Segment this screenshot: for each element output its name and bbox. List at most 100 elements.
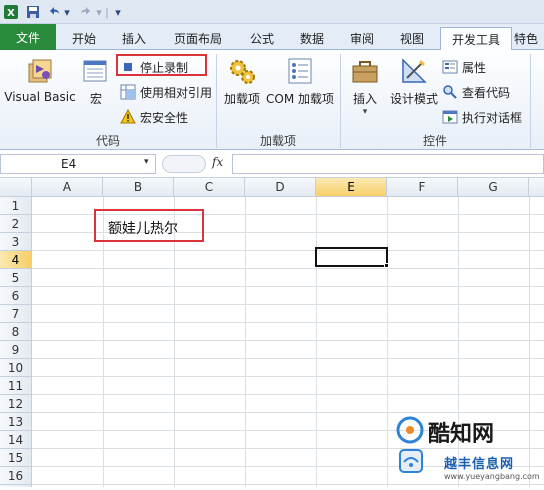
- row-header-3[interactable]: 3: [0, 233, 32, 251]
- ribbon-developer: Visual Basic 宏 停止录制 使用相对引用 宏安全性 代码 加载项 C…: [0, 50, 544, 150]
- macro-security-button[interactable]: 宏安全性: [120, 108, 188, 126]
- active-cell-e4[interactable]: [315, 247, 388, 267]
- formula-bar: E4 ▾ fx: [0, 150, 544, 178]
- column-header-a[interactable]: A: [32, 178, 103, 197]
- redo-icon[interactable]: [78, 3, 94, 21]
- grid-line: [32, 376, 544, 377]
- formula-input[interactable]: [232, 154, 544, 174]
- column-header-e[interactable]: E: [316, 178, 387, 197]
- view-code-icon: [443, 85, 457, 99]
- insert-control-label: 插入: [352, 92, 377, 106]
- visual-basic-button[interactable]: Visual Basic: [4, 56, 76, 104]
- row-header-11[interactable]: 11: [0, 377, 32, 395]
- properties-label: 属性: [462, 60, 487, 75]
- relative-refs-label: 使用相对引用: [140, 85, 213, 100]
- row-header-1[interactable]: 1: [0, 197, 32, 215]
- excel-logo-icon: X: [2, 3, 20, 21]
- insert-control-button[interactable]: 插入 ▾: [346, 56, 384, 117]
- addins-label: 加载项: [223, 92, 260, 106]
- tab-formulas[interactable]: 公式: [238, 27, 286, 50]
- name-box-dropdown-icon[interactable]: ▾: [144, 157, 149, 167]
- undo-icon[interactable]: [46, 3, 62, 21]
- ribbon-tab-bar: 文件 开始 插入 页面布局 公式 数据 审阅 视图 开发工具 特色: [0, 24, 544, 51]
- controls-group-label: 控件: [422, 134, 447, 148]
- row-header-10[interactable]: 10: [0, 359, 32, 377]
- grid-line: [316, 197, 317, 487]
- view-code-label: 查看代码: [462, 85, 511, 100]
- tab-page-layout[interactable]: 页面布局: [160, 27, 236, 50]
- row-header-12[interactable]: 12: [0, 395, 32, 413]
- column-header-h[interactable]: [529, 178, 544, 197]
- customize-qat-icon[interactable]: ▾: [113, 3, 123, 21]
- grid-line: [245, 197, 246, 487]
- design-mode-icon: [402, 58, 427, 83]
- grid-line: [32, 304, 544, 305]
- insert-dropdown-icon: ▾: [362, 107, 368, 117]
- relative-refs-button[interactable]: 使用相对引用: [120, 83, 212, 101]
- row-header-6[interactable]: 6: [0, 287, 32, 305]
- row-header-14[interactable]: 14: [0, 431, 32, 449]
- visual-basic-label: Visual Basic: [4, 90, 76, 104]
- grid-line: [32, 268, 544, 269]
- grid-line: [32, 358, 544, 359]
- view-code-button[interactable]: 查看代码: [442, 83, 510, 101]
- macros-icon: [83, 60, 107, 82]
- redo-dropdown-icon[interactable]: ▾: [95, 3, 103, 21]
- column-header-g[interactable]: G: [458, 178, 529, 197]
- run-dialog-button[interactable]: 执行对话框: [442, 108, 522, 126]
- stop-recording-highlight: [116, 54, 207, 76]
- name-box[interactable]: E4: [0, 154, 156, 174]
- gear-icon: [230, 60, 255, 84]
- qat-divider: |: [105, 5, 109, 19]
- addins-button[interactable]: 加载项: [222, 56, 262, 107]
- macros-label: 宏: [89, 92, 102, 106]
- design-mode-button[interactable]: 设计模式: [388, 56, 440, 107]
- row-header-4[interactable]: 4: [0, 251, 32, 269]
- com-addins-icon: [288, 58, 312, 84]
- grid-line: [32, 394, 544, 395]
- formula-bar-resize-handle[interactable]: [162, 155, 206, 173]
- row-header-8[interactable]: 8: [0, 323, 32, 341]
- tab-review[interactable]: 审阅: [338, 27, 386, 50]
- fill-handle[interactable]: [384, 263, 389, 268]
- relative-refs-icon: [120, 84, 136, 100]
- row-header-13[interactable]: 13: [0, 413, 32, 431]
- tab-developer[interactable]: 开发工具: [440, 27, 512, 51]
- row-header-7[interactable]: 7: [0, 305, 32, 323]
- tab-insert[interactable]: 插入: [110, 27, 158, 50]
- tab-view[interactable]: 视图: [388, 27, 436, 50]
- tab-special[interactable]: 特色: [514, 27, 544, 50]
- column-header-d[interactable]: D: [245, 178, 316, 197]
- run-dialog-label: 执行对话框: [462, 110, 523, 125]
- insert-function-icon[interactable]: fx: [212, 155, 223, 169]
- column-header-c[interactable]: C: [174, 178, 245, 197]
- tab-data[interactable]: 数据: [288, 27, 336, 50]
- quick-access-toolbar: X ▾ ▾ | ▾: [0, 0, 544, 24]
- tab-file[interactable]: 文件: [0, 24, 56, 50]
- properties-icon: [442, 60, 458, 74]
- undo-dropdown-icon[interactable]: ▾: [63, 3, 71, 21]
- toolbox-icon: [352, 61, 378, 83]
- addins-group-label: 加载项: [259, 134, 296, 148]
- row-header-9[interactable]: 9: [0, 341, 32, 359]
- properties-button[interactable]: 属性: [442, 58, 486, 76]
- code-group-label: 代码: [95, 134, 120, 148]
- com-addins-label: COM 加载项: [266, 92, 334, 106]
- tab-home[interactable]: 开始: [60, 27, 108, 50]
- column-header-b[interactable]: B: [103, 178, 174, 197]
- group-separator: [530, 54, 531, 148]
- select-all-corner[interactable]: [0, 178, 32, 197]
- row-header-16[interactable]: 16: [0, 467, 32, 485]
- save-icon[interactable]: [24, 3, 42, 21]
- design-mode-label: 设计模式: [389, 92, 438, 106]
- row-header-15[interactable]: 15: [0, 449, 32, 467]
- visual-basic-icon: [28, 59, 52, 83]
- macros-button[interactable]: 宏: [80, 56, 112, 107]
- grid-line: [32, 286, 544, 287]
- com-addins-button[interactable]: COM 加载项: [264, 56, 336, 107]
- grid-line: [32, 250, 544, 251]
- cell-b2-highlight: [94, 209, 204, 242]
- row-header-5[interactable]: 5: [0, 269, 32, 287]
- column-header-f[interactable]: F: [387, 178, 458, 197]
- row-header-2[interactable]: 2: [0, 215, 32, 233]
